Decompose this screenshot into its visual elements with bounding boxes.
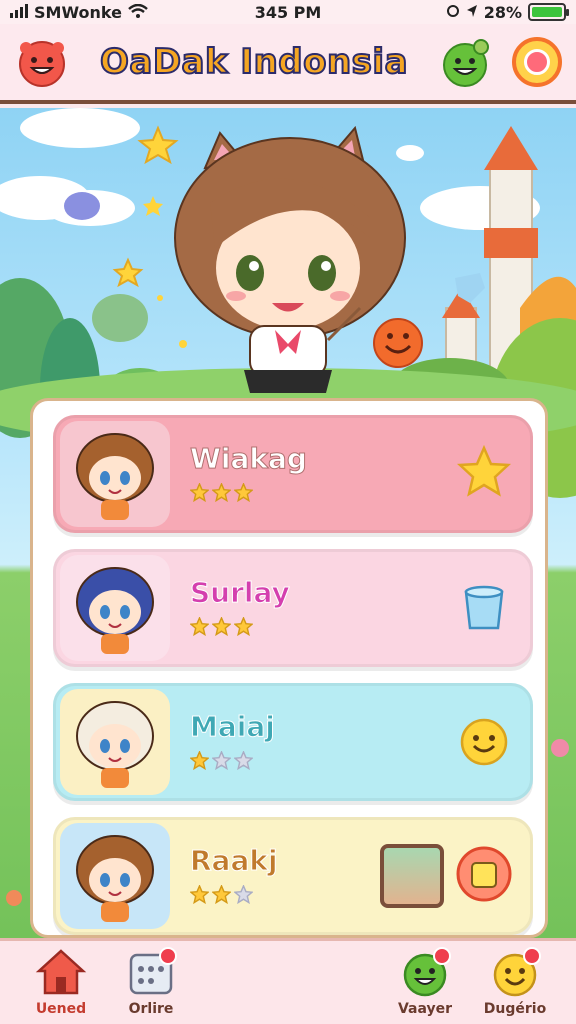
red-mascot-icon <box>19 41 65 87</box>
nav-label: Uened <box>35 1001 87 1017</box>
battery-percent: 28% <box>483 2 522 22</box>
status-right: 28% <box>446 2 569 22</box>
nav-item-dungeon[interactable]: Dugério <box>470 947 560 1024</box>
bag-icon <box>455 845 513 907</box>
star-empty-icon <box>233 884 254 908</box>
notification-badge <box>159 947 177 965</box>
character-icon <box>399 947 451 999</box>
record-icon <box>524 49 550 75</box>
character-portrait <box>60 823 170 929</box>
signal-icon <box>10 3 28 22</box>
friend-mascot-button[interactable] <box>438 34 494 90</box>
notification-badge <box>433 947 451 965</box>
character-name: Raakj <box>190 844 279 878</box>
smiley-icon <box>456 712 512 772</box>
character-info: Wiakag <box>189 442 454 506</box>
smiley-button[interactable] <box>454 712 514 772</box>
rotation-lock-icon <box>446 3 460 22</box>
hero-character <box>174 125 406 393</box>
star-filled-icon <box>189 482 210 506</box>
nav-item-online[interactable]: Orlire <box>106 947 196 1024</box>
header-actions <box>438 34 562 90</box>
character-portrait <box>60 555 170 661</box>
rating-stars <box>189 616 454 640</box>
star-filled-icon <box>233 482 254 506</box>
character-portrait <box>60 689 170 795</box>
character-card[interactable]: Wiakag <box>53 415 533 533</box>
carrier-name: SMWonke <box>34 2 122 22</box>
character-portrait <box>60 421 170 527</box>
star-empty-icon <box>211 750 232 774</box>
green-mascot-icon <box>443 39 489 87</box>
menu-mascot-button[interactable] <box>14 34 70 90</box>
character-info: Surlay <box>189 576 454 640</box>
rating-stars <box>189 482 454 506</box>
settings-button[interactable] <box>512 37 562 87</box>
home-icon <box>35 947 87 999</box>
character-name: Wiakag <box>190 442 308 476</box>
character-card[interactable]: Surlay <box>53 549 533 667</box>
star-filled-icon <box>189 616 210 640</box>
notification-badge <box>523 947 541 965</box>
character-name: Surlay <box>190 576 291 610</box>
character-name: Maiaj <box>190 710 276 744</box>
character-card[interactable]: Raakj <box>53 817 533 935</box>
nav-item-player[interactable]: Vaayer <box>380 947 470 1024</box>
location-icon <box>466 3 478 22</box>
rating-stars <box>189 750 454 774</box>
star-filled-icon <box>211 616 232 640</box>
nav-label: Orlire <box>128 1001 174 1017</box>
nav-label: Vaayer <box>397 1001 453 1017</box>
battery-icon <box>528 3 569 21</box>
star-filled-icon <box>189 884 210 908</box>
bucket-button[interactable] <box>454 578 514 638</box>
status-bar: SMWonke 345 PM 28% <box>0 0 576 24</box>
character-card[interactable]: Maiaj <box>53 683 533 801</box>
nav-label: Dugério <box>483 1001 547 1017</box>
bag-button[interactable] <box>454 846 514 906</box>
star-filled-icon <box>211 482 232 506</box>
star-filled-icon <box>233 616 254 640</box>
bucket-icon <box>456 578 512 638</box>
rating-stars <box>189 884 380 908</box>
scene-thumbnail[interactable] <box>380 844 444 908</box>
star-filled-icon <box>211 884 232 908</box>
nav-item-home[interactable]: Uened <box>16 947 106 1024</box>
status-left: SMWonke <box>10 3 148 22</box>
calendar-icon <box>125 947 177 999</box>
star-icon <box>456 444 512 504</box>
bottom-nav: Uened Orlire Vaayer Dugério <box>0 938 576 1024</box>
character-list-panel: Wiakag Surlay Maiaj Raakj <box>30 398 548 938</box>
character-info: Maiaj <box>189 710 454 774</box>
star-empty-icon <box>233 750 254 774</box>
app-title: OaDak Indonsia <box>99 41 409 83</box>
star-filled-icon <box>189 750 210 774</box>
character-info: Raakj <box>189 844 380 908</box>
app-header: OaDak Indonsia <box>0 24 576 104</box>
star-button[interactable] <box>454 444 514 504</box>
smiley-badge-icon <box>489 947 541 999</box>
wifi-icon <box>128 3 148 22</box>
